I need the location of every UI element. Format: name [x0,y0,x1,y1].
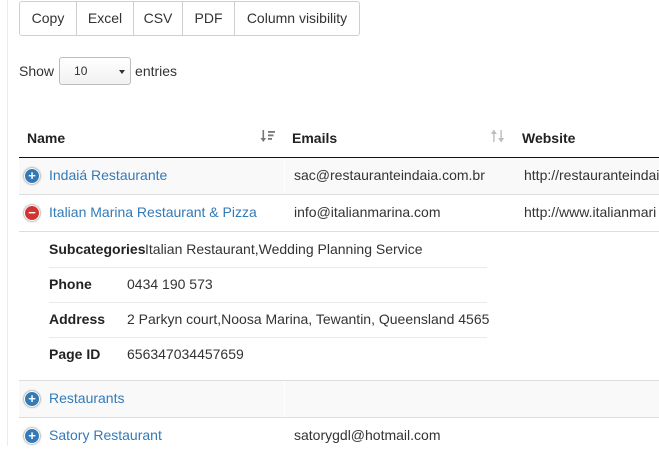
row-website: http://www.italianmari [524,204,657,220]
column-divider [284,381,285,417]
column-visibility-button[interactable]: Column visibility [235,2,359,35]
collapse-row-icon[interactable]: − [24,205,40,221]
column-header-name[interactable]: Name [27,130,65,146]
detail-label: Page ID [49,346,101,362]
page-left-border [7,0,8,446]
expand-row-icon[interactable]: + [24,391,40,407]
entries-select[interactable]: 10 [59,57,132,85]
detail-phone: Phone 0434 190 573 [49,267,487,303]
entries-label: entries [135,63,178,79]
column-header-website[interactable]: Website [522,130,575,146]
expand-row-icon[interactable]: + [24,428,40,444]
detail-value: 656347034457659 [127,346,244,362]
entries-select-value: 10 [74,64,88,78]
table-row-expanded[interactable]: − Italian Marina Restaurant & Pizza info… [19,195,659,232]
row-email: satorygdl@hotmail.com [294,427,441,443]
copy-button[interactable]: Copy [20,2,77,35]
csv-button[interactable]: CSV [134,2,183,35]
detail-address: Address 2 Parkyn court,Noosa Marina, Tew… [49,302,490,338]
chevron-down-icon [119,70,126,74]
sort-descending-icon[interactable] [260,128,276,144]
detail-value: 2 Parkyn court,Noosa Marina, Tewantin, Q… [127,311,490,327]
excel-button[interactable]: Excel [77,2,134,35]
row-detail-panel: Subcategories Italian Restaurant,Wedding… [19,232,659,381]
detail-page-id: Page ID 656347034457659 [49,337,487,372]
export-button-group: Copy Excel CSV PDF Column visibility [19,1,360,36]
row-email: info@italianmarina.com [294,204,441,220]
row-name-link[interactable]: Restaurants [49,390,124,406]
detail-label: Subcategories [49,241,146,257]
table-row[interactable]: + Indaiá Restaurante sac@restauranteinda… [19,158,659,195]
table-row[interactable]: + Restaurants [19,381,659,418]
row-name-link[interactable]: Indaiá Restaurante [49,167,167,183]
row-name-link[interactable]: Italian Marina Restaurant & Pizza [49,204,257,220]
row-name-link[interactable]: Satory Restaurant [49,427,162,443]
table-row[interactable]: + Satory Restaurant satorygdl@hotmail.co… [19,418,659,454]
row-website: http://restauranteindaia [524,167,659,183]
detail-subcategories: Subcategories Italian Restaurant,Wedding… [49,232,487,268]
entries-length-control: Show 10 entries [19,56,177,86]
detail-value: Italian Restaurant,Wedding Planning Serv… [145,241,423,257]
pdf-button[interactable]: PDF [183,2,235,35]
column-header-emails[interactable]: Emails [292,130,337,146]
column-divider [284,158,285,194]
row-email: sac@restauranteindaia.com.br [294,167,485,183]
detail-label: Address [49,311,106,327]
table-header: Name Emails Website [19,119,659,159]
detail-label: Phone [49,276,92,292]
expand-row-icon[interactable]: + [24,168,40,184]
detail-value: 0434 190 573 [127,276,213,292]
sort-both-icon[interactable] [490,128,506,144]
show-label: Show [19,63,55,79]
